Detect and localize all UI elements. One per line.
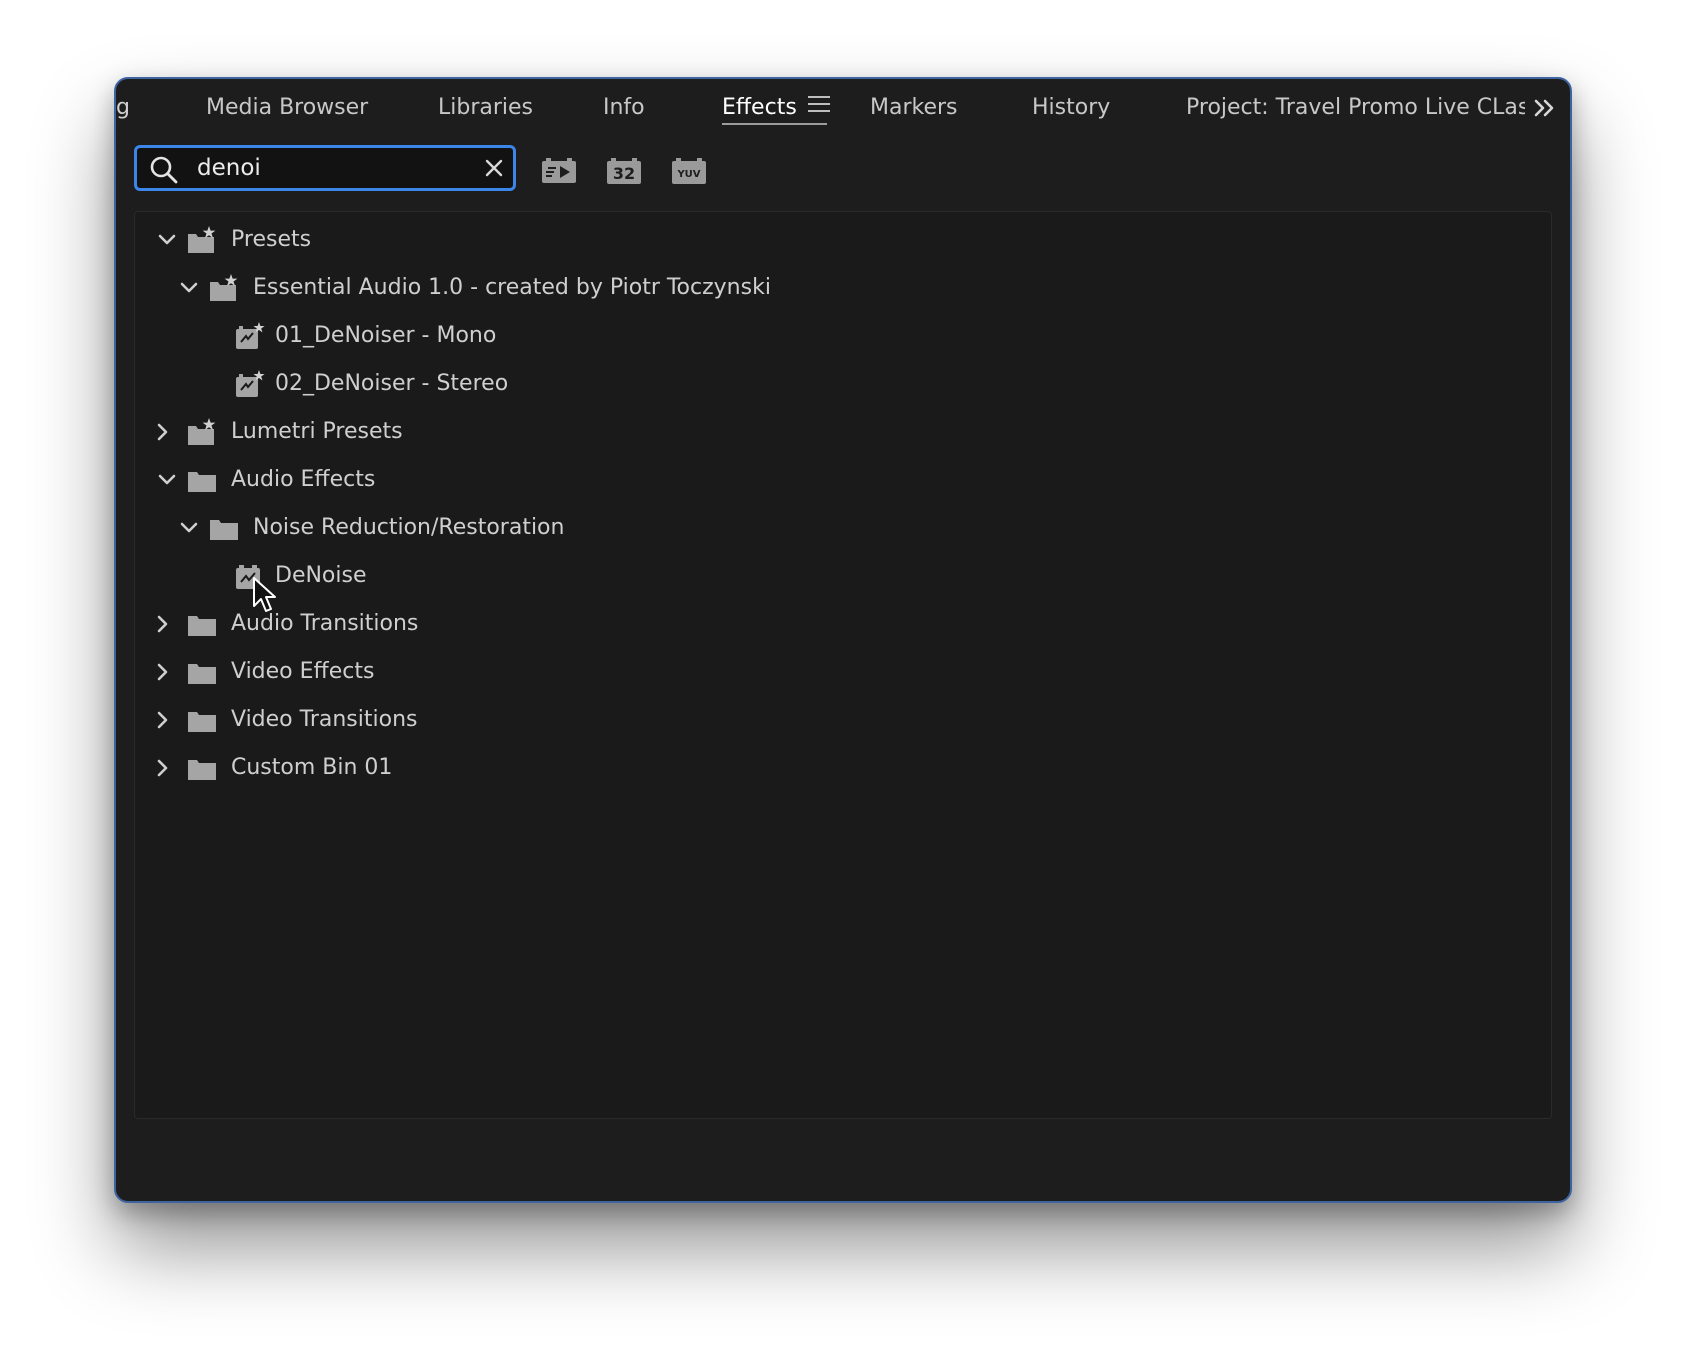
tree-item-label: DeNoise — [275, 563, 367, 588]
tree-item-audio-effects[interactable]: Audio Effects — [135, 458, 1551, 502]
tab-clipped-left[interactable]: g — [116, 91, 130, 125]
chevron-down-icon[interactable] — [177, 516, 201, 540]
panel-menu-icon[interactable] — [808, 96, 830, 120]
chevron-down-icon[interactable] — [177, 276, 201, 300]
tree-item-label: Presets — [231, 227, 312, 252]
tree-item-audio-transitions[interactable]: Audio Transitions — [135, 602, 1551, 646]
tree-item-label: Custom Bin 01 — [231, 755, 393, 780]
chevron-down-icon[interactable] — [155, 228, 179, 252]
chevron-down-icon[interactable] — [155, 468, 179, 492]
preset-folder-icon — [187, 226, 217, 254]
chevron-right-icon[interactable] — [151, 612, 175, 636]
effects-tree: Presets Essential Audio 1.0 - created by… — [134, 211, 1552, 1119]
tree-item-label: 02_DeNoiser - Stereo — [275, 371, 509, 396]
preset-folder-icon — [209, 274, 239, 302]
tree-item-label: 01_DeNoiser - Mono — [275, 323, 497, 348]
audio-preset-icon — [235, 322, 265, 350]
tab-project[interactable]: Project: Travel Promo Live CLass 0 — [1186, 91, 1525, 125]
32-bit-color-icon[interactable]: 32 — [606, 157, 642, 185]
tree-item-denoiser-mono[interactable]: 01_DeNoiser - Mono — [135, 314, 1551, 358]
folder-icon — [187, 754, 217, 782]
tree-item-label: Video Transitions — [231, 707, 418, 732]
tree-item-denoiser-stereo[interactable]: 02_DeNoiser - Stereo — [135, 362, 1551, 406]
accelerated-effects-icon[interactable] — [541, 157, 577, 185]
chevron-right-icon[interactable] — [151, 756, 175, 780]
tab-markers[interactable]: Markers — [870, 91, 958, 125]
tree-item-label: Audio Effects — [231, 467, 376, 492]
tree-item-lumetri-presets[interactable]: Lumetri Presets — [135, 410, 1551, 454]
mouse-cursor-icon — [252, 576, 278, 614]
tree-item-essential-audio[interactable]: Essential Audio 1.0 - created by Piotr T… — [135, 266, 1551, 310]
chevron-right-icon[interactable] — [151, 660, 175, 684]
folder-icon — [187, 466, 217, 494]
active-tab-indicator — [722, 123, 827, 125]
32-bit-color-label: 32 — [613, 164, 635, 183]
audio-preset-icon — [235, 370, 265, 398]
tree-item-video-effects[interactable]: Video Effects — [135, 650, 1551, 694]
preset-folder-icon — [187, 418, 217, 446]
tab-media-browser[interactable]: Media Browser — [206, 91, 368, 125]
tree-item-noise-reduction[interactable]: Noise Reduction/Restoration — [135, 506, 1551, 550]
yuv-effects-label: YUV — [676, 169, 700, 180]
search-input[interactable] — [197, 152, 467, 184]
tree-item-label: Video Effects — [231, 659, 375, 684]
tab-libraries[interactable]: Libraries — [438, 91, 533, 125]
chevron-right-icon[interactable] — [151, 420, 175, 444]
folder-icon — [187, 610, 217, 638]
folder-icon — [209, 514, 239, 542]
tab-history[interactable]: History — [1032, 91, 1110, 125]
tree-item-video-transitions[interactable]: Video Transitions — [135, 698, 1551, 742]
chevron-right-icon[interactable] — [151, 708, 175, 732]
folder-icon — [187, 706, 217, 734]
yuv-effects-icon[interactable]: YUV — [671, 157, 707, 185]
search-field[interactable] — [134, 145, 516, 191]
search-icon — [149, 155, 179, 185]
tree-item-denoise[interactable]: DeNoise — [135, 554, 1551, 598]
folder-icon — [187, 658, 217, 686]
panel-tab-bar: g Media Browser Libraries Info Effects M… — [116, 79, 1570, 135]
tree-item-custom-bin[interactable]: Custom Bin 01 — [135, 746, 1551, 790]
tree-item-label: Lumetri Presets — [231, 419, 403, 444]
tree-item-presets[interactable]: Presets — [135, 218, 1551, 262]
tabs-overflow-icon[interactable] — [1530, 91, 1560, 125]
tab-info[interactable]: Info — [603, 91, 645, 125]
clear-search-icon[interactable] — [483, 157, 505, 179]
effects-panel: g Media Browser Libraries Info Effects M… — [114, 77, 1572, 1203]
tree-item-label: Noise Reduction/Restoration — [253, 515, 565, 540]
tree-item-label: Essential Audio 1.0 - created by Piotr T… — [253, 275, 771, 300]
tab-effects[interactable]: Effects — [722, 91, 797, 125]
